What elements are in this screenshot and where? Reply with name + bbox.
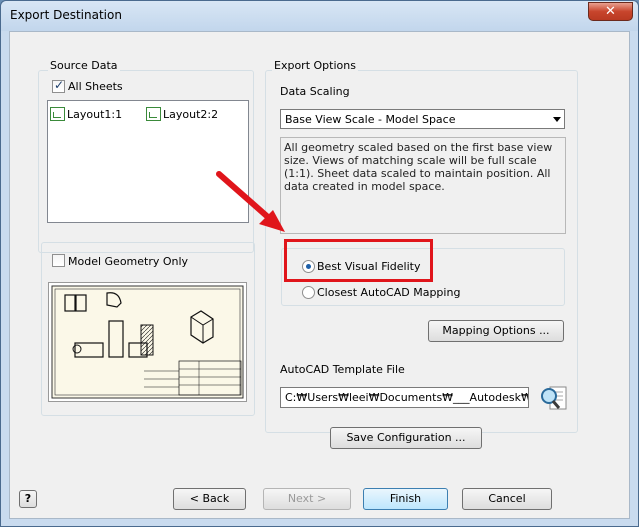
data-scaling-label: Data Scaling [280,85,350,98]
magnifier-icon [541,386,567,410]
save-configuration-button[interactable]: Save Configuration ... [330,427,482,449]
title-bar: Export Destination ✕ [1,1,638,31]
model-geometry-checkbox[interactable] [52,254,65,267]
browse-icon[interactable] [538,384,570,412]
data-scaling-value: Base View Scale - Model Space [285,113,456,126]
closest-autocad-mapping-label: Closest AutoCAD Mapping [317,286,461,299]
layout-item[interactable]: Layout1:1 [50,107,122,121]
sheet-icon [50,107,65,121]
layout-label: Layout2:2 [163,107,219,121]
dialog-body: Source Data All Sheets Layout1:1 Layout2… [9,31,630,519]
export-destination-dialog: Export Destination ✕ Source Data All She… [0,0,639,527]
closest-autocad-mapping-radio[interactable] [302,286,315,299]
chevron-down-icon [553,117,561,122]
export-options-label: Export Options [272,59,358,72]
finish-button[interactable]: Finish [363,488,448,510]
layout-item[interactable]: Layout2:2 [146,107,218,121]
all-sheets-label: All Sheets [68,80,123,93]
template-file-label: AutoCAD Template File [280,363,405,376]
source-data-label: Source Data [48,59,120,72]
annotation-arrow-icon [216,171,285,232]
close-button[interactable]: ✕ [588,2,633,21]
help-button[interactable]: ? [19,490,37,508]
window-title: Export Destination [10,8,122,22]
all-sheets-checkbox[interactable] [52,78,65,93]
mapping-options-button[interactable]: Mapping Options ... [428,320,564,342]
back-button[interactable]: < Back [173,488,246,510]
layout-label: Layout1:1 [67,107,123,121]
drawing-preview-image [48,282,247,402]
scaling-description: All geometry scaled based on the first b… [280,137,566,234]
data-scaling-dropdown[interactable]: Base View Scale - Model Space [280,109,565,129]
model-geometry-label: Model Geometry Only [68,255,189,268]
drawing-preview-svg [51,285,244,399]
sheet-icon [146,107,161,121]
template-path-field[interactable]: C:₩Users₩leei₩Documents₩___Autodesk₩Cas [280,387,529,408]
next-button[interactable]: Next > [263,488,351,510]
cancel-button[interactable]: Cancel [462,488,552,510]
highlight-box [284,239,433,282]
